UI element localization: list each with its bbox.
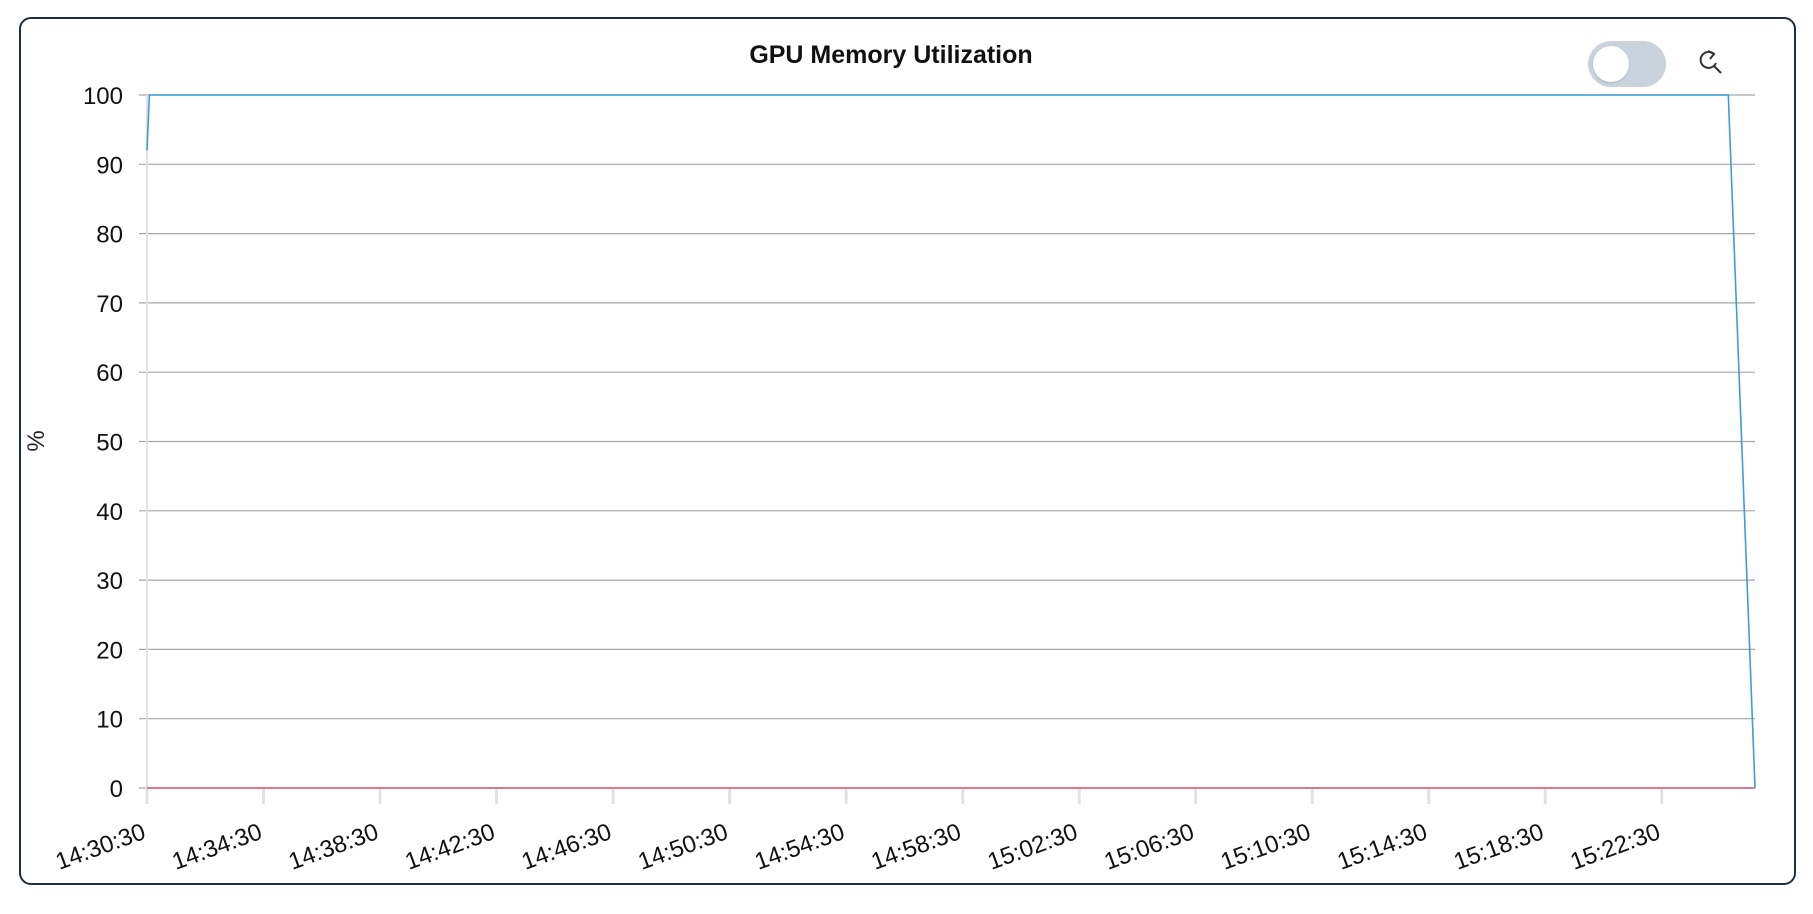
y-tick-label: 60 [96,360,123,387]
y-tick-label: 70 [96,291,123,318]
x-tick-label: 15:18:30 [1450,818,1547,875]
x-tick-label: 14:46:30 [518,818,615,875]
x-tick-label: 14:34:30 [169,818,266,875]
x-tick-label: 15:22:30 [1567,818,1664,875]
y-tick-label: 30 [96,568,123,595]
y-tick-label: 40 [96,499,123,526]
x-tick-label: 15:06:30 [1101,818,1198,875]
chart-plot: % 0 10 20 30 40 50 60 70 80 90 100 14:30:30 14:34:3… [23,83,1756,876]
y-tick-label: 50 [96,430,123,457]
y-tick-label: 90 [96,152,123,179]
y-tick-label: 0 [110,776,123,803]
x-tick-label: 14:38:30 [285,818,382,875]
y-axis-label: % [23,430,50,451]
x-tick-label: 14:50:30 [635,818,732,875]
y-tick-label: 100 [83,83,123,110]
x-tick-label: 14:54:30 [751,818,848,875]
x-tick-label: 14:30:30 [52,818,149,875]
x-tick-label: 14:42:30 [402,818,499,875]
x-tick-label: 15:14:30 [1334,818,1431,875]
x-tick-label: 14:58:30 [868,818,965,875]
x-tick-label: 15:02:30 [984,818,1081,875]
y-tick-label: 80 [96,222,123,249]
x-tick-label: 15:10:30 [1217,818,1314,875]
y-tick-label: 20 [96,637,123,664]
y-tick-label: 10 [96,707,123,734]
